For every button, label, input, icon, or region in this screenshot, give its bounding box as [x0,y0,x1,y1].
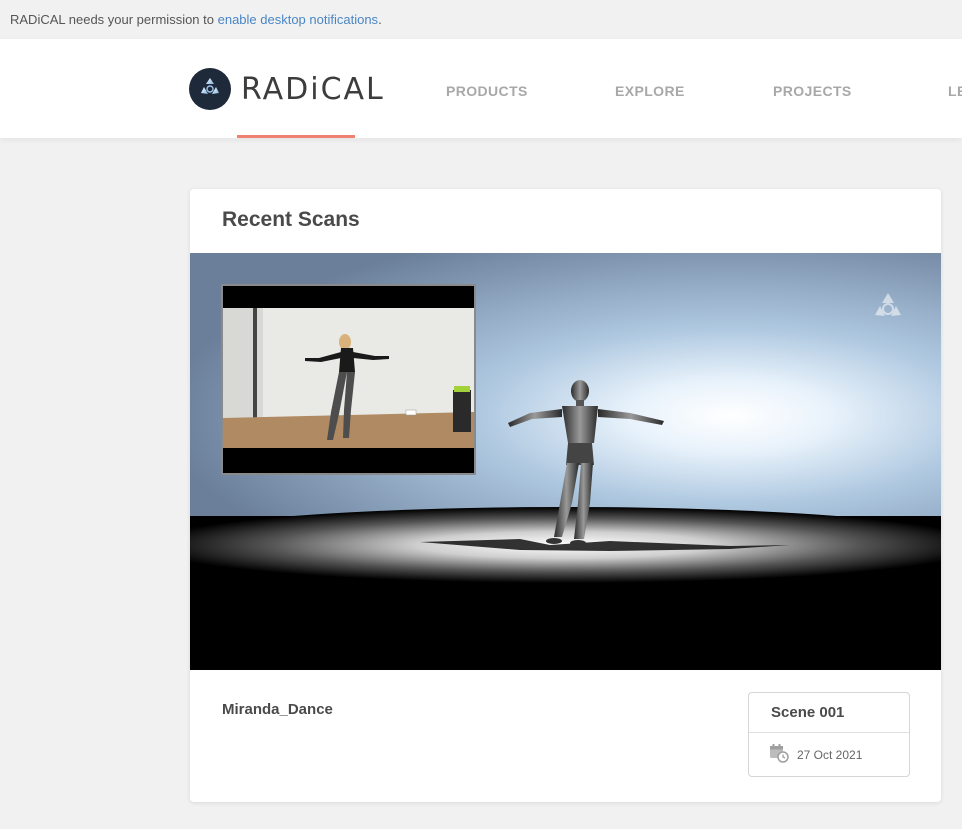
scene-date: 27 Oct 2021 [797,748,863,762]
enable-notifications-link[interactable]: enable desktop notifications [218,12,378,27]
active-nav-indicator [237,135,355,138]
source-video-thumbnail[interactable] [221,284,476,475]
nav-explore[interactable]: EXPLORE [615,83,685,99]
recent-scans-card: Recent Scans Miranda_Dance Scene 001 27 … [190,189,941,802]
scan-name[interactable]: Miranda_Dance [222,701,333,718]
brand-logo[interactable]: RADiCAL [189,68,385,110]
nav-projects[interactable]: PROJECTS [773,83,852,99]
card-title: Recent Scans [222,208,360,231]
scene-date-row: 27 Oct 2021 [769,743,862,767]
brand-name: RADiCAL [241,71,385,107]
scene-info-box[interactable]: Scene 001 27 Oct 2021 [748,692,910,777]
nav-learn-truncated[interactable]: LE [948,83,962,99]
notification-text: RADiCAL needs your permission to [10,12,218,27]
scene-title: Scene 001 [749,693,909,733]
nav-products[interactable]: PRODUCTS [446,83,528,99]
top-navigation: RADiCAL PRODUCTS EXPLORE PROJECTS LE [0,39,962,138]
notification-suffix: . [378,12,382,27]
calendar-clock-icon [769,743,789,768]
notification-bar: RADiCAL needs your permission to enable … [0,0,962,39]
radical-logo-icon [189,68,231,110]
scan-3d-viewer[interactable] [190,253,941,670]
